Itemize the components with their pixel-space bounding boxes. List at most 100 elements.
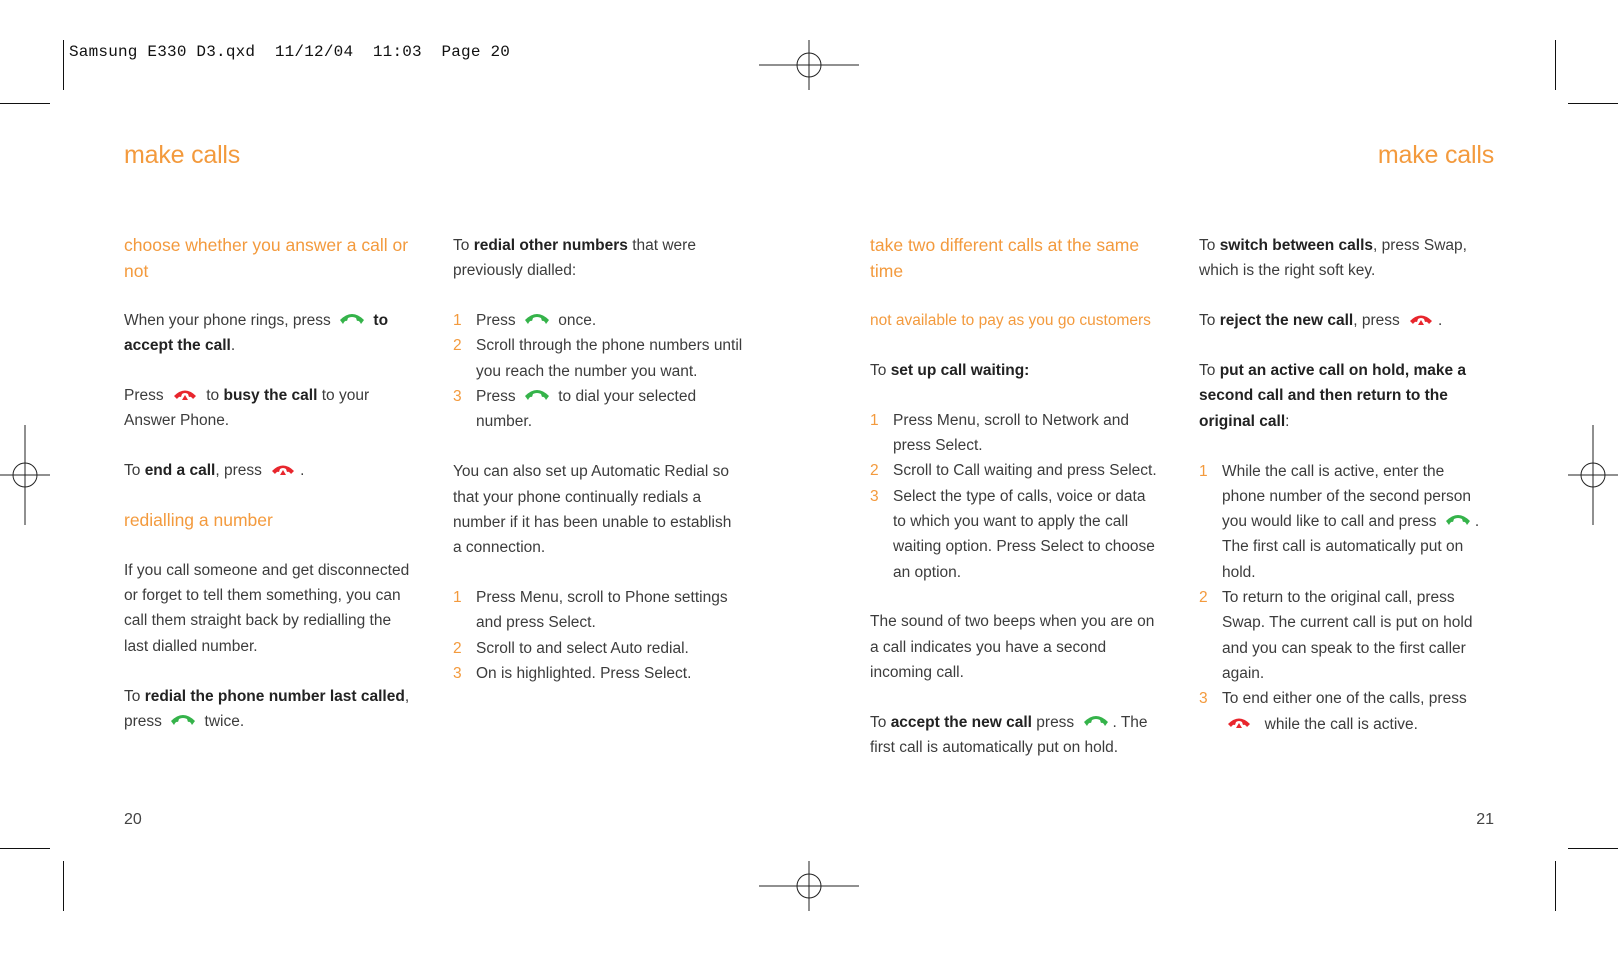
text: once. — [558, 312, 597, 330]
paragraph-redial-last: To redial the phone number last called, … — [124, 684, 414, 735]
step-number: 1 — [870, 411, 879, 429]
text: Press — [476, 312, 516, 330]
step-number: 2 — [453, 639, 462, 657]
text: To — [1199, 362, 1216, 380]
step-number: 3 — [1199, 690, 1208, 708]
text: While the call is active, enter the phon… — [1222, 462, 1472, 531]
text: Scroll through the phone numbers until y… — [476, 337, 743, 380]
text: , press — [1353, 312, 1400, 330]
right-column-2: To switch between calls, press Swap, whi… — [1199, 233, 1489, 761]
paragraph-switch: To switch between calls, press Swap, whi… — [1199, 233, 1489, 284]
text: : — [1285, 412, 1290, 430]
registration-mark-left — [0, 425, 50, 525]
crop-mark — [1555, 40, 1556, 90]
text: press — [124, 712, 162, 730]
paragraph-accept-new: To accept the new call press . The first… — [870, 710, 1160, 761]
list-item: 1 While the call is active, enter the pho… — [1199, 459, 1489, 585]
text: . — [230, 337, 236, 355]
text: Scroll to and select Auto redial. — [476, 639, 689, 657]
step-number: 2 — [1199, 589, 1208, 607]
text: To return to the original call, press Sw… — [1222, 589, 1473, 682]
text: . — [1438, 312, 1443, 330]
bold-text: busy the call — [223, 387, 318, 405]
list-item: 2 Scroll to Call waiting and press Select… — [870, 458, 1160, 483]
text: To — [870, 361, 887, 379]
file-slug: Samsung E330 D3.qxd 11/12/04 11:03 Page … — [69, 43, 511, 61]
text: Press — [476, 388, 516, 406]
text: Press Menu, scroll to Network and press … — [893, 411, 1130, 455]
steps-call-waiting: 1 Press Menu, scroll to Network and press… — [870, 408, 1160, 585]
left-column-1: choose whether you answer a call or not … — [124, 233, 414, 759]
text: Press — [124, 387, 164, 405]
crop-mark — [1568, 848, 1618, 849]
bold-text: set up call waiting: — [890, 361, 1030, 379]
crop-mark — [63, 861, 64, 911]
crop-mark — [0, 103, 50, 104]
text: To — [870, 713, 887, 731]
bold-text: switch between calls — [1219, 237, 1374, 254]
text: When your phone rings, press — [124, 312, 331, 329]
list-item: 2 To return to the original call, press S… — [1199, 585, 1489, 686]
bold-text: end a call — [144, 462, 216, 480]
paragraph-busy: Press to busy the call to your Answer Ph… — [124, 383, 414, 434]
text: To — [1199, 312, 1216, 330]
list-item: 2 Scroll through the phone numbers until … — [453, 333, 743, 384]
text: , — [404, 687, 410, 705]
list-item: 1 Press Menu, scroll to Network and press… — [870, 408, 1160, 459]
text: Select the type of calls, voice or data … — [893, 487, 1155, 581]
step-number: 3 — [870, 487, 879, 505]
steps-auto-redial: 1 Press Menu, scroll to Phone settings an… — [453, 585, 743, 686]
step-number: 2 — [870, 462, 879, 480]
bold-text: put an active call on hold, make a secon… — [1199, 362, 1467, 430]
list-item: 3 On is highlighted. Press Select. — [453, 661, 743, 686]
red-end-call-icon — [1408, 312, 1434, 326]
red-end-call-icon — [270, 462, 296, 476]
text: twice. — [204, 712, 245, 730]
availability-note: not available to pay as you go customers — [870, 312, 1151, 329]
list-item: 3 Select the type of calls, voice or data… — [870, 484, 1160, 585]
registration-mark-right — [1568, 425, 1618, 525]
green-call-icon — [524, 388, 550, 402]
paragraph-reject: To reject the new call, press . — [1199, 308, 1489, 333]
red-end-call-icon — [172, 387, 198, 401]
green-call-icon — [1445, 513, 1471, 527]
text: To — [124, 462, 141, 480]
registration-mark-top — [759, 40, 859, 90]
text: . — [300, 462, 305, 480]
text: while the call is active. — [1264, 715, 1418, 733]
paragraph-call-waiting: To set up call waiting: — [870, 358, 1160, 383]
paragraph-two-beeps: The sound of two beeps when you are on a… — [870, 613, 1155, 682]
green-call-icon — [339, 312, 365, 326]
section-heading-answer: choose whether you answer a call or not — [124, 235, 409, 281]
text: On is highlighted. Press Select. — [476, 664, 692, 682]
list-item: 3 To end either one of the calls, press w… — [1199, 686, 1489, 737]
step-number: 1 — [1199, 462, 1208, 480]
step-number: 1 — [453, 589, 462, 607]
bold-text: reject the new call — [1219, 312, 1354, 330]
paragraph-hold: To put an active call on hold, make a se… — [1199, 358, 1489, 434]
paragraph-auto-redial: You can also set up Automatic Redial so … — [453, 463, 732, 557]
crop-mark — [1555, 861, 1556, 911]
text: To — [453, 237, 470, 254]
paragraph-end-call: To end a call, press . — [124, 458, 414, 483]
section-heading-two-calls: take two different calls at the same tim… — [870, 235, 1140, 281]
text: To — [124, 687, 141, 705]
paragraph-redial-other: To redial other numbers that were previo… — [453, 233, 743, 284]
list-item: 1 Press Menu, scroll to Phone settings an… — [453, 585, 743, 636]
bold-text: redial the phone number last called — [144, 687, 405, 705]
left-page-number: 20 — [124, 811, 142, 828]
section-heading-redial: redialling a number — [124, 510, 273, 531]
step-number: 1 — [453, 312, 462, 330]
text: Scroll to Call waiting and press Select. — [893, 462, 1157, 480]
text: Press Menu, scroll to Phone settings and… — [476, 589, 728, 632]
crop-mark — [1568, 103, 1618, 104]
green-call-icon — [170, 713, 196, 727]
right-column-1: take two different calls at the same tim… — [870, 233, 1160, 785]
crop-mark — [0, 848, 50, 849]
text: , press — [215, 462, 262, 480]
registration-mark-bottom — [759, 861, 859, 911]
text: press — [1036, 713, 1075, 731]
red-end-call-icon — [1226, 715, 1252, 729]
green-call-icon — [524, 312, 550, 326]
list-item: 3 Press to dial your selected number. — [453, 384, 743, 435]
